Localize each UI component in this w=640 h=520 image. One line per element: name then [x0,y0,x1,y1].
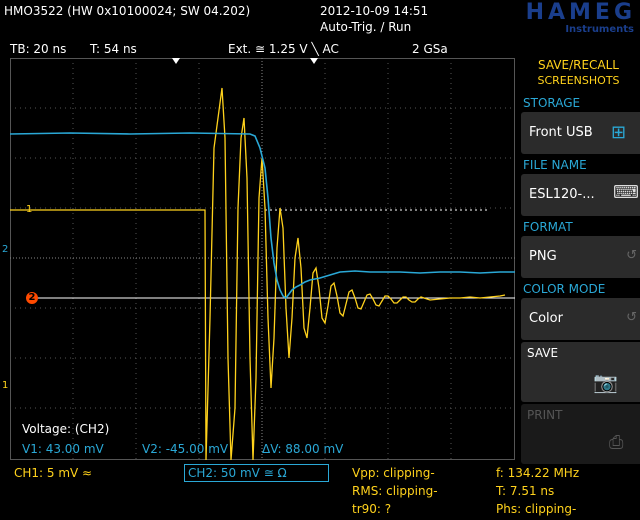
trigger-point-icon [310,58,318,64]
cursor-measure-title: Voltage: (CH2) [22,422,110,436]
sample-rate: 2 GSa [412,42,448,56]
printer-icon: ⎙ [609,432,624,453]
format-label: FORMAT [523,220,573,234]
colormode-value: Color [529,311,563,326]
measure-period: T: 7.51 ns [496,484,555,498]
trigger-setting: Ext. ≅ 1.25 V ╲ AC [228,42,339,56]
save-button[interactable]: SAVE 📷 [521,342,640,402]
print-label: PRINT [527,408,563,422]
trigger-position-icon [172,58,180,64]
storage-value: Front USB [529,125,593,140]
measure-tr90: tr90: ? [352,502,392,516]
filename-button[interactable]: ESL120-... ⌨ [521,174,640,216]
colormode-label: COLOR MODE [523,282,606,296]
timebase: TB: 20 ns [10,42,67,56]
folder-tree-icon: ⊞ [611,122,627,143]
brand-name: HAMEG [525,0,636,25]
format-value: PNG [529,249,557,264]
ch1-setting[interactable]: CH1: 5 mV ≈ [14,466,92,480]
ext-trigger-marker[interactable]: 1 [2,380,8,391]
ch2-setting: CH2: 50 mV ≅ Ω [188,466,287,480]
softkey-menu: SAVE/RECALL SCREENSHOTS STORAGE Front US… [517,58,640,520]
filename-label: FILE NAME [523,158,587,172]
measure-rms: RMS: clipping- [352,484,438,498]
datetime: 2012-10-09 14:51 [320,4,429,18]
waveform-display [10,58,515,460]
ch1-offset-marker[interactable]: 1 [26,204,32,215]
filename-value: ESL120-... [529,187,595,202]
acquisition-mode: Auto-Trig. / Run [320,20,412,34]
format-button[interactable]: PNG ↺ [521,236,640,278]
cycle-icon: ↺ [626,248,637,263]
cycle-icon: ↺ [626,310,637,325]
menu-subtitle: SCREENSHOTS [537,74,620,87]
ch2-reference-marker[interactable]: 2 [26,292,38,304]
brand-logo: HAMEG Instruments [448,2,636,38]
cursor-v2: V2: -45.00 mV [142,442,229,456]
keyboard-icon: ⌨ [613,182,639,203]
measure-phase: Phs: clipping- [496,502,577,516]
measure-frequency: f: 134.22 MHz [496,466,580,480]
measure-vpp: Vpp: clipping- [352,466,435,480]
trigger-time: T: 54 ns [90,42,137,56]
print-button[interactable]: PRINT ⎙ [521,404,640,464]
brand-subtitle: Instruments [565,24,634,35]
ch2-offset-marker[interactable]: 2 [2,244,8,255]
cursor-delta-v: ΔV: 88.00 mV [262,442,344,456]
camera-icon: 📷 [593,370,618,394]
save-label: SAVE [527,346,559,360]
menu-title: SAVE/RECALL [538,58,619,72]
storage-label: STORAGE [523,96,581,110]
ch2-setting-box[interactable]: CH2: 50 mV ≅ Ω [184,464,329,482]
colormode-button[interactable]: Color ↺ [521,298,640,340]
device-model: HMO3522 (HW 0x10100024; SW 04.202) [4,4,251,18]
storage-button[interactable]: Front USB ⊞ [521,112,640,154]
cursor-v1: V1: 43.00 mV [22,442,104,456]
